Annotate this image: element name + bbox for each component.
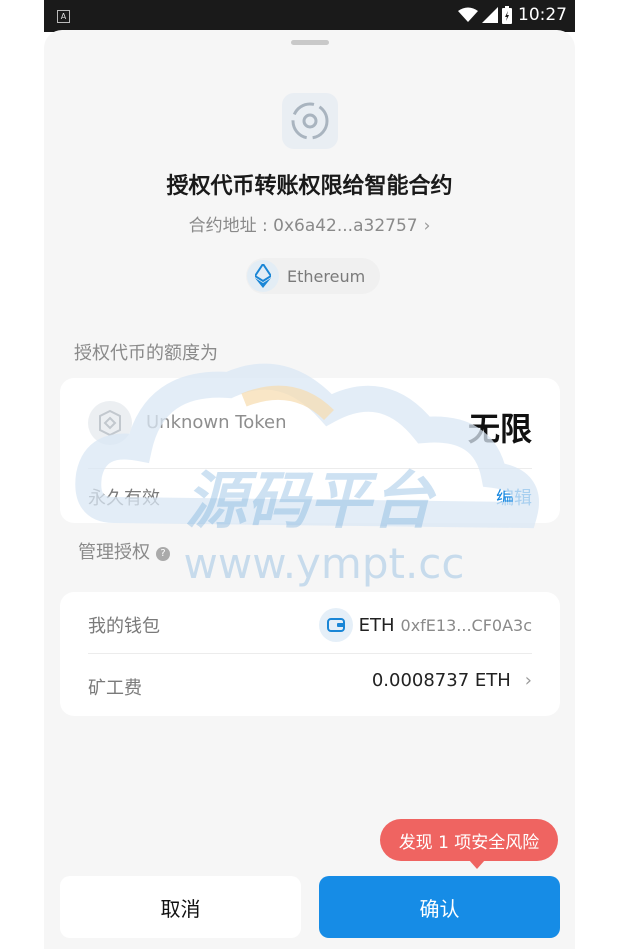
manage-auth-section: 管理授权?	[78, 538, 170, 564]
clock: 10:27	[518, 5, 567, 25]
allowance-section-label: 授权代币的额度为	[74, 343, 218, 364]
wallet-address: 0xfE13...CF0A3c	[400, 615, 532, 635]
contract-address-link[interactable]: 合约地址 : 0x6a42...a32757 ›	[44, 211, 575, 236]
fee-value: 0.0008737 ETH	[371, 670, 511, 691]
manage-auth-label: 管理授权	[78, 542, 150, 563]
contract-address: 合约地址 : 0x6a42...a32757	[188, 216, 418, 236]
chevron-right-icon: ›	[524, 670, 532, 691]
ethereum-icon	[247, 260, 279, 292]
drag-handle[interactable]	[291, 40, 329, 45]
validity-label: 永久有效	[88, 488, 160, 509]
token-name: Unknown Token	[146, 412, 287, 433]
wifi-icon	[458, 7, 478, 22]
divider	[88, 653, 532, 654]
wallet-selector[interactable]: ETH 0xfE13...CF0A3c	[318, 608, 532, 642]
help-icon[interactable]: ?	[156, 546, 170, 561]
confirm-button[interactable]: 确认	[319, 876, 560, 938]
status-bar: A 10:27	[44, 0, 575, 32]
approval-sheet: 授权代币转账权限给智能合约 合约地址 : 0x6a42...a32757 › Et…	[44, 30, 575, 949]
edit-allowance-button[interactable]: 编辑	[496, 484, 532, 510]
allowance-amount: 无限	[467, 410, 532, 448]
cancel-button[interactable]: 取消	[60, 876, 301, 938]
battery-icon	[502, 6, 512, 24]
chevron-right-icon: ›	[423, 216, 431, 236]
divider	[88, 468, 532, 469]
wallet-label: 我的钱包	[88, 616, 160, 637]
page-title: 授权代币转账权限给智能合约	[166, 174, 453, 199]
wallet-icon	[318, 608, 353, 642]
fee-label: 矿工费	[88, 678, 142, 699]
network-badge: Ethereum	[246, 258, 380, 294]
notification-badge: A	[57, 10, 70, 23]
fee-selector[interactable]: 0.0008737 ETH ›	[372, 670, 532, 691]
info-card: 我的钱包 ETH 0xfE13...CF0A3c 矿工费 0.0008737 E…	[60, 592, 560, 716]
status-icons: 10:27	[458, 5, 567, 25]
wallet-chain: ETH	[358, 614, 395, 636]
signal-icon	[482, 7, 498, 23]
network-name: Ethereum	[287, 266, 366, 286]
token-icon	[88, 401, 132, 445]
security-risk-tip[interactable]: 发现 1 项安全风险	[380, 819, 558, 869]
allowance-card: Unknown Token 无限 永久有效 编辑	[60, 378, 560, 523]
contract-icon	[282, 93, 338, 149]
